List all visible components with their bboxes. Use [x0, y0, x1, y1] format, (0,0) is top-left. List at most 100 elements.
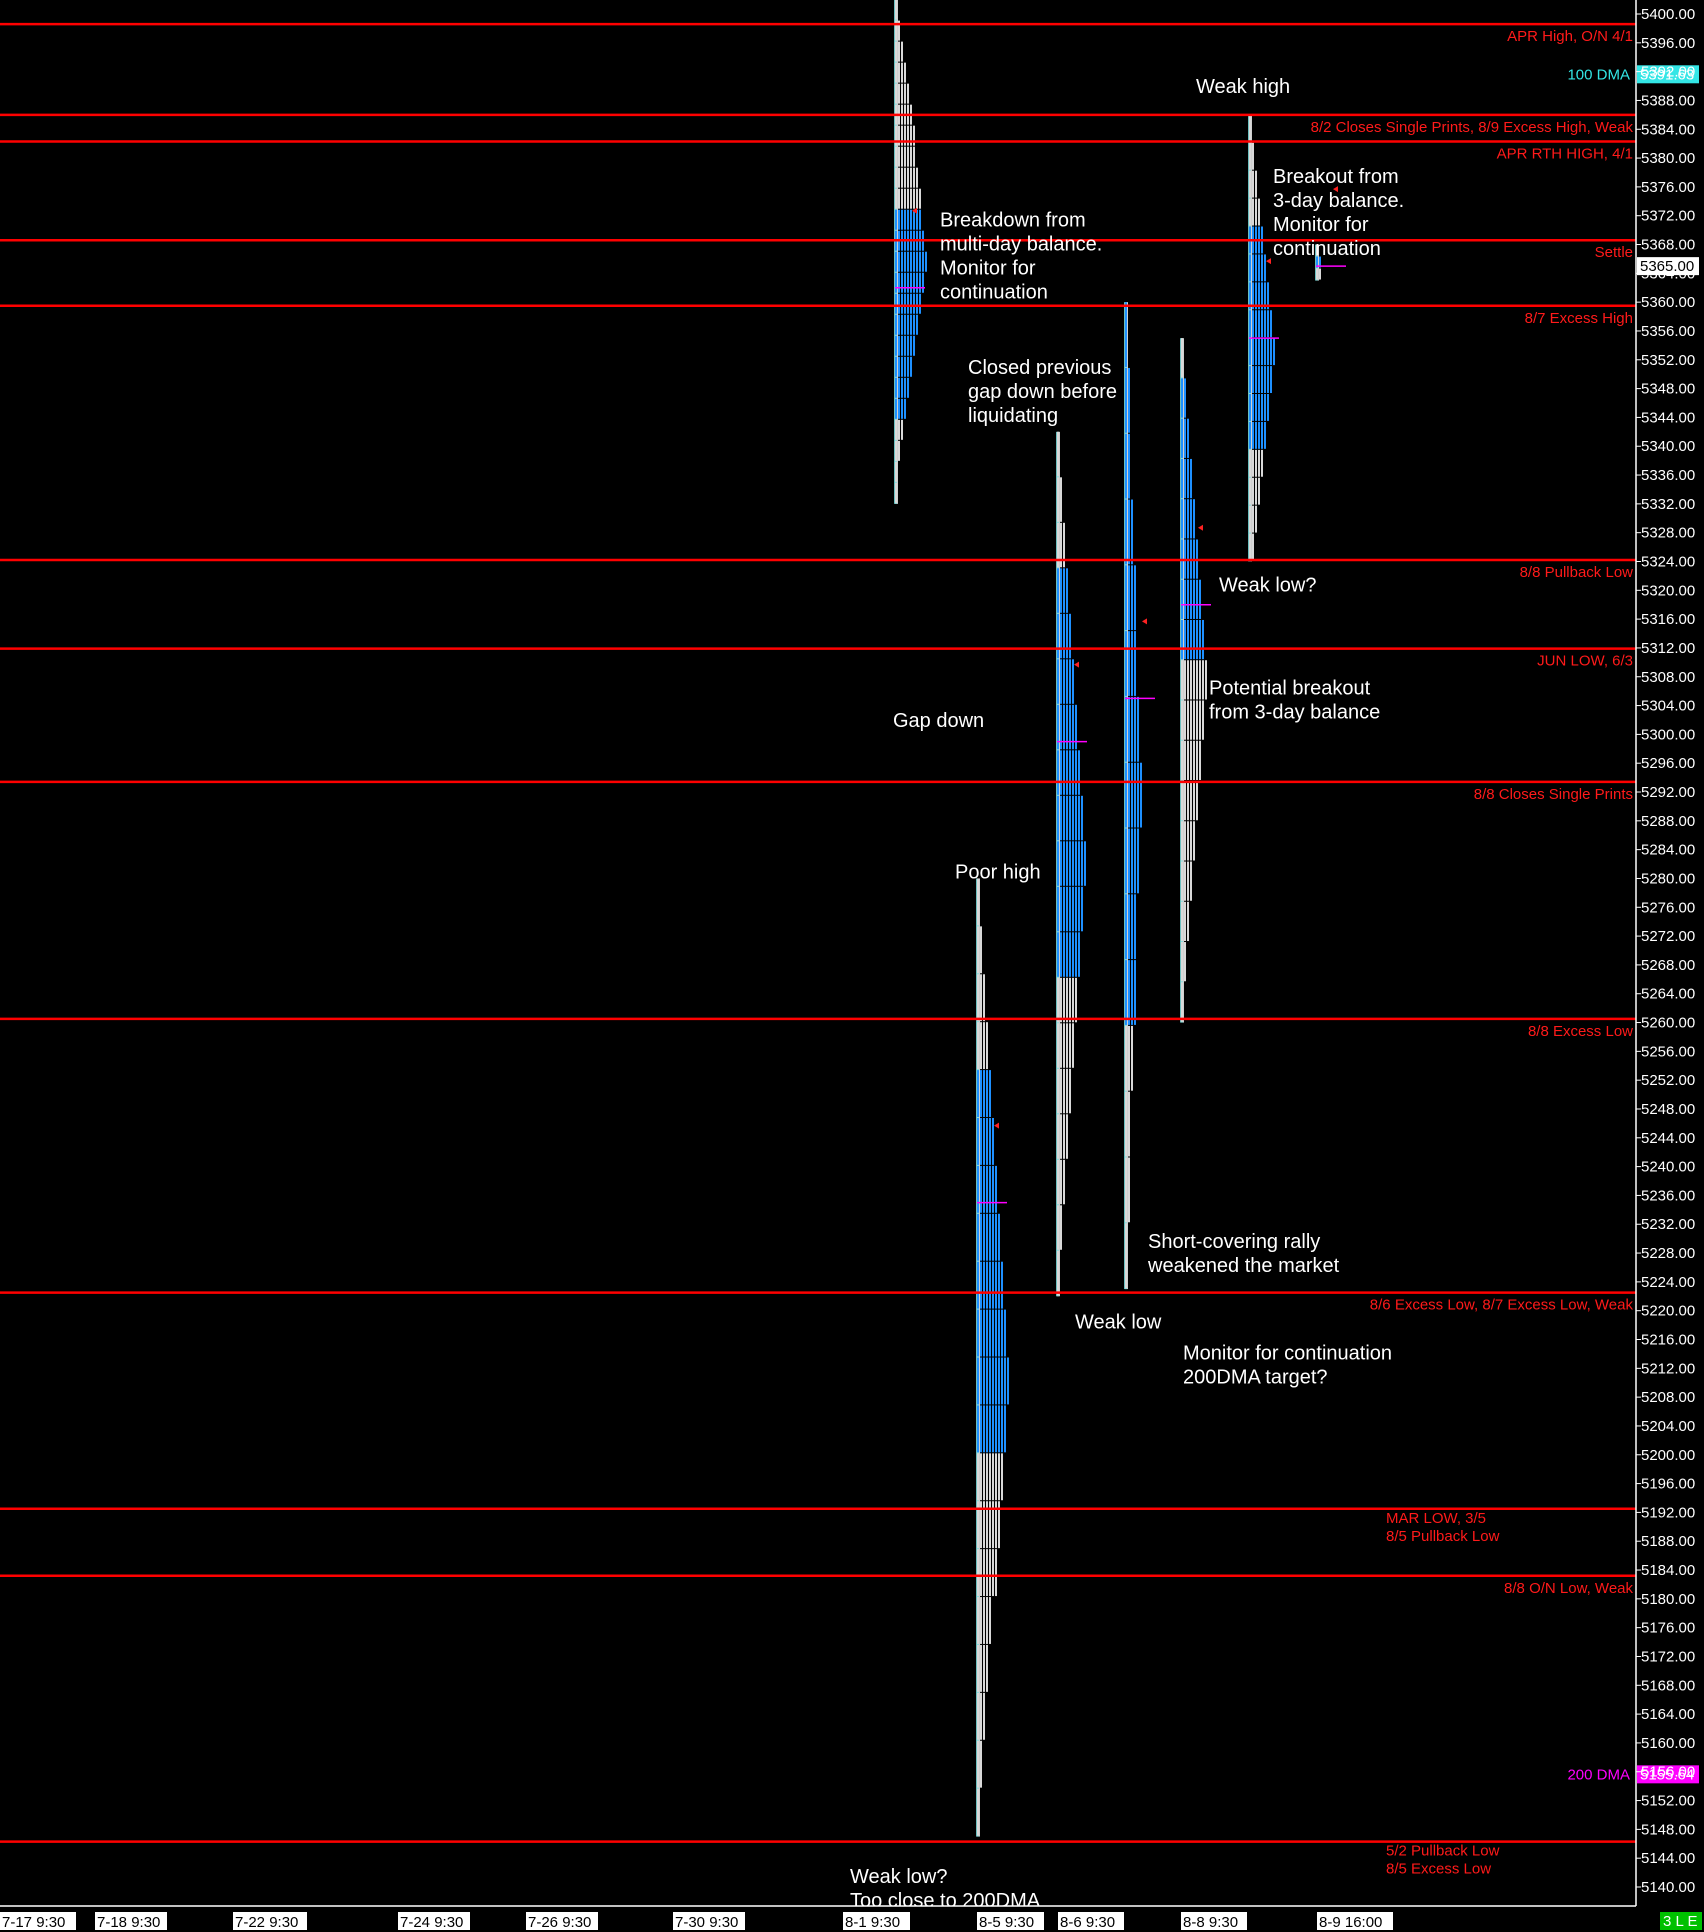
profile-tpo: [1255, 310, 1257, 338]
price-tick-label: 5216.00: [1641, 1332, 1695, 1349]
profile-tpo: [1252, 338, 1254, 366]
price-tick-label: 5160.00: [1641, 1735, 1695, 1752]
profile-tpo: [1131, 960, 1133, 1025]
price-tick-label: 5212.00: [1641, 1360, 1695, 1377]
profile-tpo: [1190, 780, 1192, 821]
profile-tpo: [910, 335, 912, 356]
profile-tpo: [1069, 841, 1071, 886]
price-tick-label: 5376.00: [1641, 179, 1695, 196]
price-tick-label: 5196.00: [1641, 1476, 1695, 1493]
profile-tpo: [992, 1117, 994, 1165]
level-label-5: 8/8 Pullback Low: [1520, 564, 1634, 581]
profile-tpo: [1057, 659, 1059, 704]
profile-tpo: [895, 419, 897, 440]
profile-tpo: [919, 293, 921, 314]
profile-tpo: [983, 1309, 985, 1357]
profile-tpo: [995, 1453, 997, 1501]
profile-tpo: [913, 335, 915, 356]
profile-tpo: [1125, 762, 1127, 828]
profile-tpo: [1128, 960, 1130, 1025]
profile-tpo: [1184, 619, 1186, 660]
profile-tpo: [1057, 1114, 1059, 1159]
profile-tpo: [986, 1022, 988, 1070]
price-tick-label: 5380.00: [1641, 150, 1695, 167]
profile-tpo: [1069, 932, 1071, 977]
profile-tpo: [977, 974, 979, 1022]
profile-tpo: [1184, 740, 1186, 780]
profile-tpo: [1181, 780, 1183, 821]
profile-tpo: [901, 398, 903, 419]
profile-tpo: [1131, 762, 1133, 828]
profile-tpo: [895, 62, 897, 83]
profile-tpo: [910, 146, 912, 167]
profile-tpo: [983, 1165, 985, 1213]
annotation-0: Weak high: [1196, 76, 1290, 98]
profile-tpo: [986, 1597, 988, 1644]
profile-tpo: [907, 188, 909, 209]
profile-tpo: [1193, 740, 1195, 780]
profile-tpo: [1267, 394, 1269, 421]
profile-tpo: [1060, 1114, 1062, 1159]
profile-tpo: [1063, 932, 1065, 977]
price-tick-label: 5280.00: [1641, 870, 1695, 887]
profile-tpo: [989, 1165, 991, 1213]
profile-tpo: [1001, 1309, 1003, 1357]
profile-tpo: [904, 293, 906, 314]
profile-tpo: [1193, 700, 1195, 740]
profile-tpo: [977, 1309, 979, 1357]
profile-tpo: [1190, 579, 1192, 619]
profile-tpo: [1187, 579, 1189, 619]
ma-label-1: 200 DMA: [1567, 1766, 1630, 1783]
profile-tpo: [1057, 477, 1059, 522]
profile-tpo: [907, 167, 909, 188]
profile-tpo: [992, 1549, 994, 1597]
time-tick-label: 8-9 16:00: [1319, 1914, 1382, 1931]
profile-tpo: [1187, 861, 1189, 901]
profile-tpo: [989, 1070, 991, 1117]
profile-tpo: [895, 83, 897, 104]
time-tick-label: 7-24 9:30: [400, 1914, 463, 1931]
price-tick-label: 5180.00: [1641, 1591, 1695, 1608]
price-tick-label: 5356.00: [1641, 323, 1695, 340]
profile-tpo: [1131, 828, 1133, 894]
profile-tpo: [1267, 310, 1269, 338]
profile-tpo: [1060, 1159, 1062, 1205]
profile-tpo: [992, 1261, 994, 1309]
profile-tpo: [1060, 1068, 1062, 1114]
profile-tpo: [1184, 418, 1186, 458]
profile-tpo: [980, 1213, 982, 1261]
profile-tpo: [986, 1309, 988, 1357]
profile-tpo: [895, 482, 897, 503]
profile-tpo: [1001, 1261, 1003, 1309]
profile-tpo: [1181, 619, 1183, 660]
profile-tpo: [1004, 1405, 1006, 1453]
profile-tpo: [1249, 142, 1251, 170]
profile-tpo: [1128, 499, 1130, 565]
profile-tpo: [1069, 613, 1071, 659]
profile-tpo: [1184, 780, 1186, 821]
profile-tpo: [1001, 1405, 1003, 1453]
time-axis: 7-17 9:30 7-18 9:30 7-22 9:30 7-24 9:30 7-26…: [0, 1905, 1704, 1932]
profile-tpo: [898, 83, 900, 104]
profile-tpo: [1075, 750, 1077, 795]
profile-tpo: [1181, 338, 1183, 378]
profile-tpo: [1202, 700, 1204, 740]
profile-tpo: [910, 293, 912, 314]
price-tick-label: 5400.00: [1641, 6, 1695, 23]
profile-tpo: [1270, 366, 1272, 394]
profile-tpo: [983, 1644, 985, 1692]
profile-tpo: [977, 878, 979, 926]
price-tick-label: 5316.00: [1641, 611, 1695, 628]
profile-tpo: [1057, 932, 1059, 977]
profile-tpo: [1205, 660, 1207, 700]
profile-tpo: [1125, 367, 1127, 433]
price-tick-label: 5336.00: [1641, 467, 1695, 484]
profile-tpo: [1255, 366, 1257, 394]
profile-tpo: [898, 419, 900, 440]
profile-tpo: [907, 314, 909, 335]
profile-tpo: [1125, 1091, 1127, 1157]
profile-tpo: [1131, 565, 1133, 631]
profile-tpo: [1196, 700, 1198, 740]
profile-tpo: [1069, 750, 1071, 795]
profile-tpo: [1075, 932, 1077, 977]
